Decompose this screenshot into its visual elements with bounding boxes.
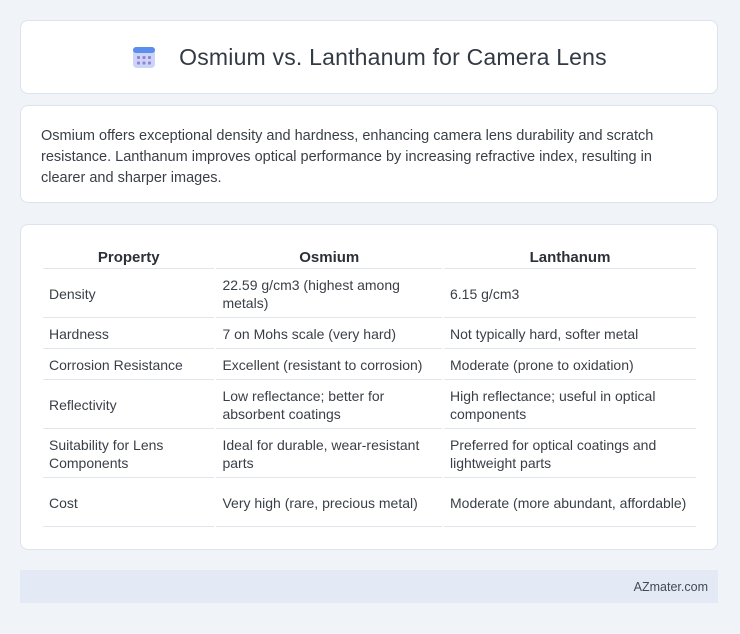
cell-lanthanum: Not typically hard, softer metal [444,320,696,349]
cell-lanthanum: 6.15 g/cm3 [444,271,696,318]
cell-lanthanum: High reflectance; useful in optical comp… [444,382,696,429]
cell-property: Density [43,271,215,318]
table-row: Hardness 7 on Mohs scale (very hard) Not… [43,320,696,349]
title-card: Osmium vs. Lanthanum for Camera Lens [20,20,718,94]
comparison-table-card: Property Osmium Lanthanum Density 22.59 … [20,224,718,550]
table-row: Cost Very high (rare, precious metal) Mo… [43,480,696,527]
table-row: Reflectivity Low reflectance; better for… [43,382,696,429]
calendar-grid-icon [131,44,157,70]
summary-text: Osmium offers exceptional density and ha… [41,128,654,186]
cell-osmium: 7 on Mohs scale (very hard) [216,320,442,349]
table-header-row: Property Osmium Lanthanum [43,245,696,269]
cell-property: Suitability for Lens Components [43,431,215,478]
footer-credit: AZmater.com [633,579,708,594]
cell-osmium: Excellent (resistant to corrosion) [216,351,442,380]
table-row: Density 22.59 g/cm3 (highest among metal… [43,271,696,318]
cell-property: Cost [43,480,215,527]
cell-lanthanum: Moderate (more abundant, affordable) [444,480,696,527]
cell-lanthanum: Moderate (prone to oxidation) [444,351,696,380]
cell-lanthanum: Preferred for optical coatings and light… [444,431,696,478]
cell-osmium: 22.59 g/cm3 (highest among metals) [216,271,442,318]
cell-osmium: Ideal for durable, wear-resistant parts [216,431,442,478]
cell-property: Reflectivity [43,382,215,429]
cell-property: Hardness [43,320,215,349]
summary-card: Osmium offers exceptional density and ha… [20,105,718,203]
header-lanthanum: Lanthanum [444,245,696,269]
cell-osmium: Very high (rare, precious metal) [216,480,442,527]
table-row: Suitability for Lens Components Ideal fo… [43,431,696,478]
cell-property: Corrosion Resistance [43,351,215,380]
cell-osmium: Low reflectance; better for absorbent co… [216,382,442,429]
table-row: Corrosion Resistance Excellent (resistan… [43,351,696,380]
comparison-table: Property Osmium Lanthanum Density 22.59 … [41,243,698,529]
header-property: Property [43,245,215,269]
footer: AZmater.com [20,570,718,603]
page-title: Osmium vs. Lanthanum for Camera Lens [179,43,607,70]
header-osmium: Osmium [216,245,442,269]
